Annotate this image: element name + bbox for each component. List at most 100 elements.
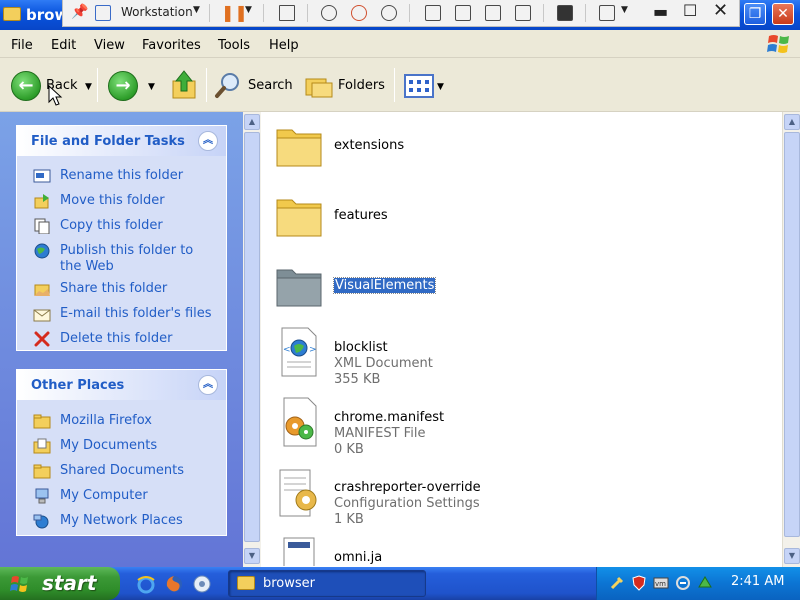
manifest-file-icon: [283, 397, 317, 447]
menu-tools[interactable]: Tools: [218, 38, 250, 53]
chevron-down-icon[interactable]: ▼: [193, 5, 200, 23]
vm-tabs-icon[interactable]: [95, 5, 111, 21]
restore-button[interactable]: ❐: [744, 3, 766, 25]
scroll-down-icon[interactable]: ▼: [784, 548, 800, 564]
scroll-thumb[interactable]: [244, 132, 260, 542]
file-item-features[interactable]: features: [270, 190, 750, 258]
taskbar: start browser vm 2:41 AM: [0, 567, 800, 600]
fullscreen-icon[interactable]: [485, 5, 501, 21]
close-icon[interactable]: ✕: [713, 0, 728, 21]
task-email-files[interactable]: E-mail this folder's files: [17, 302, 226, 327]
mouse-cursor-icon: [48, 85, 63, 106]
menu-help[interactable]: Help: [269, 38, 299, 53]
chevron-down-icon[interactable]: ▼: [245, 5, 252, 23]
start-label: start: [42, 571, 97, 595]
folder-icon: [276, 269, 322, 307]
place-shared-documents[interactable]: Shared Documents: [17, 459, 226, 484]
thumbnail-view-icon[interactable]: [455, 5, 471, 21]
collapse-icon[interactable]: ︽: [198, 131, 218, 151]
snapshot-icon[interactable]: [321, 5, 337, 21]
file-item-extensions[interactable]: extensions: [270, 120, 750, 188]
stretch-icon[interactable]: [599, 5, 615, 21]
chevron-down-icon[interactable]: ▼: [621, 5, 628, 23]
search-icon[interactable]: [214, 71, 242, 99]
folder-icon: [33, 414, 51, 429]
svg-text:vm: vm: [655, 580, 666, 588]
folders-button-label[interactable]: Folders: [338, 78, 385, 93]
task-pane: File and Folder Tasks ︽ Rename this fold…: [0, 112, 243, 567]
collapse-icon[interactable]: ︽: [198, 375, 218, 395]
pause-icon[interactable]: ❚❚: [221, 3, 248, 22]
security-shield-icon[interactable]: [631, 575, 647, 591]
unity-icon[interactable]: [515, 5, 531, 21]
scroll-down-icon[interactable]: ▼: [244, 548, 260, 564]
delete-icon: [34, 331, 50, 347]
scroll-thumb[interactable]: [784, 132, 800, 537]
folders-icon[interactable]: [304, 73, 334, 99]
views-dropdown[interactable]: ▼: [437, 82, 444, 92]
file-item-chrome-manifest[interactable]: chrome.manifest MANIFEST File 0 KB: [270, 396, 750, 464]
media-player-icon[interactable]: [192, 574, 212, 594]
place-my-documents[interactable]: My Documents: [17, 434, 226, 459]
task-copy-folder[interactable]: Copy this folder: [17, 214, 226, 239]
back-history-dropdown[interactable]: ▼: [85, 82, 92, 92]
folder-icon: [33, 464, 51, 479]
place-my-network-places[interactable]: My Network Places: [17, 509, 226, 534]
standard-toolbar: ← Back ▼ → ▼ Search Folders ▼: [0, 58, 800, 112]
file-item-omni-ja[interactable]: omni.ja: [270, 536, 750, 566]
taskbar-item-browser[interactable]: browser: [228, 570, 426, 597]
console-icon[interactable]: [557, 5, 573, 21]
start-button[interactable]: start: [0, 567, 120, 600]
svg-text:>: >: [309, 345, 317, 355]
scroll-up-icon[interactable]: ▲: [244, 114, 260, 130]
network-connection-icon[interactable]: [675, 575, 691, 591]
views-icon[interactable]: [404, 74, 434, 98]
move-icon: [34, 194, 49, 209]
system-clock: 2:41 AM: [731, 574, 785, 589]
search-button-label[interactable]: Search: [248, 78, 293, 93]
maximize-icon[interactable]: ☐: [683, 1, 697, 20]
rename-icon: [33, 169, 51, 183]
folder-icon: [237, 576, 255, 590]
firefox-icon[interactable]: [164, 574, 184, 594]
place-my-computer[interactable]: My Computer: [17, 484, 226, 509]
task-delete-folder[interactable]: Delete this folder: [17, 327, 226, 352]
minimize-icon[interactable]: ▬: [653, 2, 668, 21]
network-icon: [33, 514, 49, 529]
task-move-folder[interactable]: Move this folder: [17, 189, 226, 214]
snapshot-manager-icon[interactable]: [381, 5, 397, 21]
vm-name[interactable]: Workstation: [121, 5, 193, 23]
file-item-crashreporter-override[interactable]: crashreporter-override Configuration Set…: [270, 466, 750, 534]
up-folder-icon[interactable]: [170, 69, 198, 101]
vmware-tools-icon[interactable]: vm: [653, 575, 669, 591]
menu-favorites[interactable]: Favorites: [142, 38, 201, 53]
sidebar-view-icon[interactable]: [425, 5, 441, 21]
update-icon[interactable]: [697, 575, 713, 591]
scroll-up-icon[interactable]: ▲: [784, 114, 800, 130]
internet-explorer-icon[interactable]: [136, 574, 156, 594]
file-item-blocklist[interactable]: < > blocklist XML Document 355 KB: [270, 326, 750, 394]
menu-edit[interactable]: Edit: [51, 38, 76, 53]
tools-icon[interactable]: [609, 575, 625, 591]
menu-file[interactable]: File: [11, 38, 33, 53]
send-keys-icon[interactable]: [279, 5, 295, 21]
file-list-scrollbar[interactable]: ▲ ▼: [782, 112, 800, 567]
task-publish-folder[interactable]: Publish this folder to the Web: [17, 239, 226, 277]
menu-view[interactable]: View: [94, 38, 125, 53]
task-pane-scrollbar[interactable]: ▲ ▼: [243, 112, 261, 567]
close-button[interactable]: ✕: [772, 3, 794, 25]
forward-arrow-icon[interactable]: →: [108, 71, 138, 101]
windows-logo-icon: [10, 576, 28, 592]
folder-icon: [3, 7, 21, 21]
forward-history-dropdown[interactable]: ▼: [148, 82, 155, 92]
publish-web-icon: [34, 243, 50, 259]
menu-bar: File Edit View Favorites Tools Help: [0, 30, 800, 58]
back-arrow-icon[interactable]: ←: [11, 71, 41, 101]
file-item-visualelements[interactable]: VisualElements: [270, 260, 750, 328]
pin-icon[interactable]: 📌: [71, 4, 88, 22]
task-share-folder[interactable]: Share this folder: [17, 277, 226, 302]
task-rename-folder[interactable]: Rename this folder: [17, 164, 226, 189]
revert-snapshot-icon[interactable]: [351, 5, 367, 21]
svg-text:<: <: [283, 345, 291, 355]
place-mozilla-firefox[interactable]: Mozilla Firefox: [17, 409, 226, 434]
